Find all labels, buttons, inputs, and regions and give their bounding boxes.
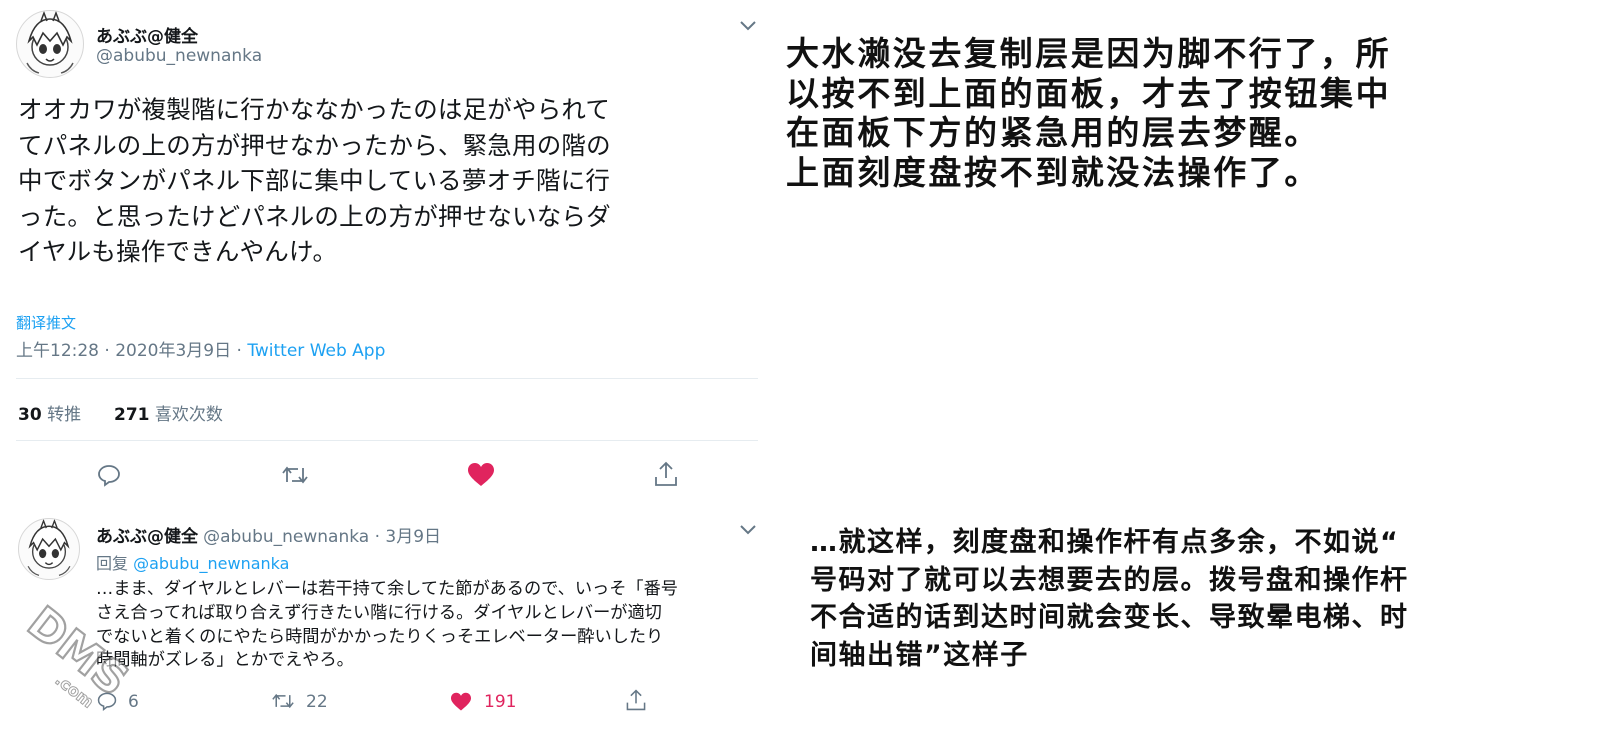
reply-target-link[interactable]: @abubu_newnanka (133, 554, 289, 573)
reply-icon[interactable] (96, 462, 122, 488)
source-app-link[interactable]: Twitter Web App (247, 341, 385, 361)
chevron-down-icon[interactable] (738, 522, 758, 541)
divider (16, 440, 758, 441)
share-icon[interactable] (624, 688, 648, 712)
tweet-line: イヤルも操作できんやんけ。 (18, 237, 338, 267)
reply-text: …まま、ダイヤルとレバーは若干持て余してた節があるので、いっそ「番号 さえ合って… (96, 578, 766, 673)
retweet-stat[interactable]: 30 转推 (18, 400, 81, 425)
heart-icon[interactable] (467, 462, 495, 488)
reply-header: あぶぶ@健全 @abubu_newnanka · 3月9日 (96, 522, 441, 547)
translation-text-2: …就这样，刻度盘和操作杆有点多余，不如说“ 号码对了就可以去想要去的层。拨号盘和… (810, 524, 1590, 674)
avatar[interactable] (18, 518, 80, 580)
chevron-down-icon[interactable] (738, 18, 758, 37)
retweet-icon[interactable] (280, 462, 310, 488)
like-stat[interactable]: 271 喜欢次数 (114, 400, 223, 425)
reply-line: …まま、ダイヤルとレバーは若干持て余してた節があるので、いっそ「番号 (96, 579, 678, 599)
translation-line: 在面板下方的紧急用的层去梦醒。 (786, 113, 1320, 152)
handle[interactable]: @abubu_newnanka (96, 46, 262, 66)
reply-prefix: 回复 (96, 554, 134, 573)
like-count: 271 (114, 405, 150, 425)
reply-count: 6 (128, 692, 139, 712)
translation-panel-1: 大水濑没去复制层是因为脚不行了，所 以按不到上面的面板，才去了按钮集中 在面板下… (786, 34, 1586, 192)
translation-line: 间轴出错”这样子 (810, 639, 1029, 671)
translation-text-1: 大水濑没去复制层是因为脚不行了，所 以按不到上面的面板，才去了按钮集中 在面板下… (786, 34, 1586, 192)
reply-line: でないと着くのにやたら時間がかかったりくっそエレベーター酔いしたり (96, 626, 664, 647)
like-count: 191 (484, 692, 517, 712)
translation-line: 不合适的话到达时间就会变长、导致晕电梯、时 (810, 602, 1409, 633)
display-name[interactable]: あぶぶ@健全 (96, 527, 198, 547)
avatar-drawing (27, 519, 71, 576)
heart-icon[interactable] (450, 692, 472, 712)
tweet-line: てパネルの上の方が押せなかったから、緊急用の階の (18, 130, 611, 160)
retweet-icon[interactable] (270, 690, 296, 712)
retweet-count: 30 (18, 405, 42, 425)
tweet-line: 中でボタンがパネル下部に集中している夢オチ階に行 (18, 166, 611, 196)
share-icon[interactable] (652, 460, 680, 488)
main-tweet: あぶぶ@健全 @abubu_newnanka オオカワが複製階に行かななかったの… (0, 0, 770, 508)
translation-line: 上面刻度盘按不到就没法操作了。 (786, 152, 1320, 192)
tweet-meta: 上午12:28 · 2020年3月9日 · Twitter Web App (16, 336, 385, 361)
retweet-label: 转推 (41, 405, 82, 425)
tweet-line: った。と思ったけどパネルの上の方が押せないならダ (18, 201, 611, 231)
translation-line: …就这样，刻度盘和操作杆有点多余，不如说“ (810, 527, 1400, 558)
translation-line: 以按不到上面的面板，才去了按钮集中 (786, 73, 1392, 113)
reply-to: 回复 @abubu_newnanka (96, 550, 289, 574)
tweet-text: オオカワが複製階に行かななかったのは足がやられて てパネルの上の方が押せなかった… (18, 92, 763, 270)
reply-line: 時間軸がズレる」とかでえやろ。 (96, 650, 354, 671)
handle-and-time[interactable]: @abubu_newnanka · 3月9日 (203, 527, 441, 547)
divider (16, 378, 758, 379)
translate-link[interactable]: 翻译推文 (16, 312, 76, 333)
avatar-drawing (26, 11, 74, 74)
reply-tweet: あぶぶ@健全 @abubu_newnanka · 3月9日 回复 @abubu_… (0, 510, 780, 744)
tweet-line: オオカワが複製階に行かななかったのは足がやられて (18, 95, 611, 124)
timestamp[interactable]: 上午12:28 · 2020年3月9日 · (16, 341, 247, 361)
reply-icon[interactable] (96, 690, 118, 712)
like-label: 喜欢次数 (149, 405, 223, 425)
reply-line: さえ合ってれば取り合えず行きたい階に行ける。ダイヤルとレバーが適切 (96, 602, 662, 623)
translation-line: 号码对了就可以去想要去的层。拨号盘和操作杆 (810, 564, 1409, 596)
translation-panel-2: …就这样，刻度盘和操作杆有点多余，不如说“ 号码对了就可以去想要去的层。拨号盘和… (810, 524, 1590, 674)
avatar[interactable] (16, 10, 84, 78)
display-name[interactable]: あぶぶ@健全 (96, 22, 198, 47)
retweet-count: 22 (306, 692, 328, 712)
translation-line: 大水濑没去复制层是因为脚不行了，所 (786, 34, 1392, 73)
